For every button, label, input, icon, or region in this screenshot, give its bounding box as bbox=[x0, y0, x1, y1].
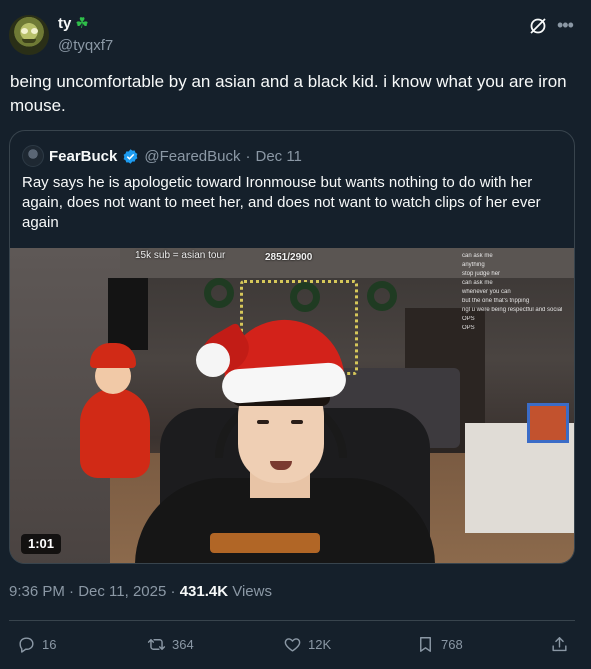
video-duration-badge: 1:01 bbox=[21, 534, 62, 554]
more-options-icon[interactable]: ••• bbox=[557, 15, 574, 35]
video-scene-wreath bbox=[290, 282, 320, 312]
chat-line: can ask me bbox=[462, 253, 493, 259]
chat-line: can ask me bbox=[462, 280, 493, 286]
stream-overlay-goal: 15k sub = asian tour bbox=[135, 250, 226, 261]
reply-button[interactable]: 16 bbox=[17, 630, 56, 658]
views-label: Views bbox=[232, 583, 272, 600]
author-avatar[interactable] bbox=[9, 15, 49, 55]
tweet-time[interactable]: 9:36 PM bbox=[9, 583, 65, 600]
bookmark-count: 768 bbox=[441, 636, 463, 652]
stream-chat-overlay: can ask me anything stop judge her can a… bbox=[462, 252, 574, 333]
video-scene-hoodie-print bbox=[210, 533, 320, 553]
author-display-name[interactable]: ty bbox=[58, 15, 71, 32]
quoted-tweet-header: FearBuck @FearedBuck · Dec 11 bbox=[22, 145, 302, 167]
quoted-tweet-date: Dec 11 bbox=[255, 147, 302, 165]
video-scene-eye bbox=[257, 420, 269, 424]
video-scene-wreath bbox=[367, 281, 397, 311]
share-icon bbox=[552, 636, 567, 651]
tweet: ty ☘ @tyqxf7 ••• being uncomfortable by … bbox=[0, 0, 591, 669]
views-count: 431.4K bbox=[179, 583, 229, 600]
chat-line: but the one that's tripping bbox=[462, 298, 530, 304]
quoted-author-handle: @FearedBuck bbox=[144, 147, 241, 165]
video-scene-wreath bbox=[204, 278, 234, 308]
chat-line: OPS bbox=[462, 316, 475, 322]
quoted-author-avatar bbox=[22, 145, 44, 167]
like-button[interactable]: 12K bbox=[283, 630, 331, 658]
like-count: 12K bbox=[308, 636, 332, 652]
retweet-button[interactable]: 364 bbox=[147, 630, 194, 658]
chat-line: stop judge her bbox=[462, 271, 501, 277]
tweet-text: being uncomfortable by an asian and a bl… bbox=[10, 72, 567, 115]
quoted-author-name: FearBuck bbox=[49, 147, 118, 165]
reply-icon bbox=[19, 636, 34, 653]
separator-dot: · bbox=[245, 147, 251, 165]
video-player[interactable]: 15k sub = asian tour 2851/2900 can ask m… bbox=[10, 248, 574, 563]
quoted-tweet-text: Ray says he is apologetic toward Ironmou… bbox=[22, 174, 541, 231]
grok-icon[interactable] bbox=[528, 16, 548, 36]
share-button[interactable] bbox=[550, 630, 569, 658]
chat-line: anything bbox=[462, 262, 485, 268]
avatar-eye bbox=[21, 28, 28, 34]
chat-line: OPS bbox=[462, 325, 475, 331]
tweet-meta: 9:36 PM · Dec 11, 2025 · 431.4K Views bbox=[9, 583, 272, 600]
author-name-row[interactable]: ty ☘ bbox=[58, 15, 89, 32]
bookmark-button[interactable]: 768 bbox=[416, 630, 463, 658]
verified-badge-icon bbox=[123, 148, 138, 164]
stream-overlay-count: 2851/2900 bbox=[265, 252, 313, 263]
clover-emoji-icon: ☘ bbox=[75, 15, 89, 32]
chat-line: whenever you can bbox=[462, 289, 511, 295]
retweet-icon bbox=[147, 638, 166, 650]
avatar-eye bbox=[31, 28, 38, 34]
video-scene-eye bbox=[291, 420, 303, 424]
avatar-mouth bbox=[22, 39, 36, 43]
video-scene-tv bbox=[108, 278, 148, 350]
separator-dot: · bbox=[69, 583, 75, 600]
author-handle[interactable]: @tyqxf7 bbox=[58, 37, 113, 54]
video-scene-pompom bbox=[196, 343, 230, 377]
divider bbox=[9, 620, 575, 621]
retweet-count: 364 bbox=[172, 636, 194, 652]
bookmark-icon bbox=[420, 636, 431, 652]
action-bar: 16 364 12K 768 bbox=[0, 630, 591, 658]
heart-icon bbox=[284, 637, 301, 652]
reply-count: 16 bbox=[42, 636, 57, 652]
quoted-tweet[interactable]: FearBuck @FearedBuck · Dec 11 Ray says h… bbox=[9, 130, 575, 564]
video-scene-gift bbox=[527, 403, 569, 443]
tweet-date[interactable]: Dec 11, 2025 bbox=[78, 583, 166, 600]
video-scene-santa-body bbox=[80, 388, 150, 478]
separator-dot: · bbox=[170, 583, 176, 600]
chat-line: ngl u were being respectful and social bbox=[462, 307, 563, 313]
